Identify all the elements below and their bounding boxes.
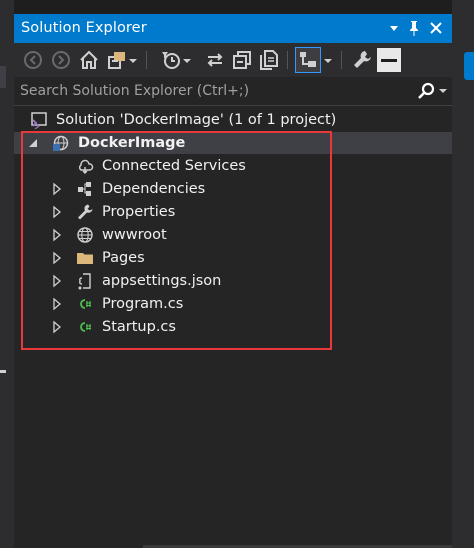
editor-line-marker bbox=[0, 370, 6, 373]
close-icon[interactable] bbox=[426, 18, 446, 38]
item-label: Dependencies bbox=[102, 181, 206, 197]
toolbar-separator bbox=[146, 51, 147, 69]
sync-active-document-icon[interactable] bbox=[203, 48, 227, 72]
panel-title: Solution Explorer bbox=[21, 20, 147, 36]
expand-arrow-icon[interactable] bbox=[50, 228, 64, 242]
tree-row-wwwroot[interactable]: wwwroot bbox=[14, 224, 452, 246]
globe-icon bbox=[76, 226, 94, 244]
item-label: Program.cs bbox=[102, 296, 184, 312]
preview-selected-items-icon[interactable] bbox=[295, 47, 321, 73]
tree-row-properties[interactable]: Properties bbox=[14, 201, 452, 223]
item-label: Connected Services bbox=[102, 158, 246, 174]
solution-icon bbox=[30, 111, 48, 129]
item-label: wwwroot bbox=[102, 227, 167, 243]
back-icon[interactable] bbox=[21, 48, 45, 72]
tree-row-pages[interactable]: Pages bbox=[14, 247, 452, 269]
home-icon[interactable] bbox=[77, 48, 101, 72]
panel-toolbar bbox=[14, 43, 452, 77]
expand-arrow-icon[interactable] bbox=[50, 251, 64, 265]
tree-row-dependencies[interactable]: Dependencies bbox=[14, 178, 452, 200]
filter-dropdown-icon[interactable] bbox=[180, 48, 194, 72]
switch-views-dropdown-icon[interactable] bbox=[126, 48, 140, 72]
csharp-file-icon bbox=[76, 295, 94, 313]
item-label: Startup.cs bbox=[102, 319, 176, 335]
collapse-all-icon[interactable] bbox=[230, 48, 254, 72]
expand-arrow-icon[interactable] bbox=[50, 274, 64, 288]
search-input[interactable] bbox=[20, 80, 400, 102]
connected-services-icon bbox=[76, 157, 94, 175]
search-icon[interactable] bbox=[416, 81, 436, 101]
toolbar-separator bbox=[341, 51, 342, 69]
json-file-icon bbox=[76, 272, 94, 290]
item-label: Pages bbox=[102, 250, 145, 266]
folder-icon bbox=[76, 249, 94, 267]
wrench-icon bbox=[76, 203, 94, 221]
dock-tab-accent[interactable] bbox=[464, 52, 474, 80]
tree-row-program[interactable]: Program.cs bbox=[14, 293, 452, 315]
project-label: DockerImage bbox=[78, 135, 186, 151]
solution-explorer-panel: Solution Explorer Search Solution Explor… bbox=[14, 14, 452, 548]
tree-row-solution[interactable]: Solution 'DockerImage' (1 of 1 project) bbox=[14, 109, 452, 131]
search-options-dropdown-icon[interactable] bbox=[437, 81, 449, 101]
tree-row-startup[interactable]: Startup.cs bbox=[14, 316, 452, 338]
tree-row-connected-services[interactable]: Connected Services bbox=[14, 155, 452, 177]
toolbar-separator bbox=[287, 51, 288, 69]
right-dock-strip bbox=[452, 0, 474, 548]
collapse-arrow-icon[interactable] bbox=[26, 136, 40, 150]
csharp-file-icon bbox=[76, 318, 94, 336]
screen: Solution Explorer Search Solution Explor… bbox=[0, 0, 474, 548]
editor-edge bbox=[0, 0, 14, 548]
panel-titlebar[interactable]: Solution Explorer bbox=[14, 14, 452, 43]
preview-dropdown-icon[interactable] bbox=[321, 48, 335, 72]
pin-icon[interactable] bbox=[404, 18, 424, 38]
search-bar bbox=[14, 77, 452, 106]
properties-icon[interactable] bbox=[350, 48, 374, 72]
expand-arrow-icon[interactable] bbox=[50, 297, 64, 311]
expand-arrow-icon[interactable] bbox=[50, 205, 64, 219]
show-all-files-icon[interactable] bbox=[257, 48, 281, 72]
item-label: Properties bbox=[102, 204, 176, 220]
web-project-icon bbox=[52, 134, 70, 152]
forward-icon[interactable] bbox=[49, 48, 73, 72]
tree-row-project[interactable]: DockerImage bbox=[14, 132, 452, 154]
dependencies-icon bbox=[76, 180, 94, 198]
dock-toggle-icon[interactable] bbox=[377, 48, 401, 72]
editor-tab-marker bbox=[0, 66, 6, 88]
tree-row-appsettings[interactable]: appsettings.json bbox=[14, 270, 452, 292]
expand-arrow-icon[interactable] bbox=[50, 182, 64, 196]
solution-label: Solution 'DockerImage' (1 of 1 project) bbox=[56, 112, 337, 128]
dropdown-arrow-icon[interactable] bbox=[384, 18, 404, 38]
expand-arrow-icon[interactable] bbox=[50, 320, 64, 334]
item-label: appsettings.json bbox=[102, 273, 222, 289]
